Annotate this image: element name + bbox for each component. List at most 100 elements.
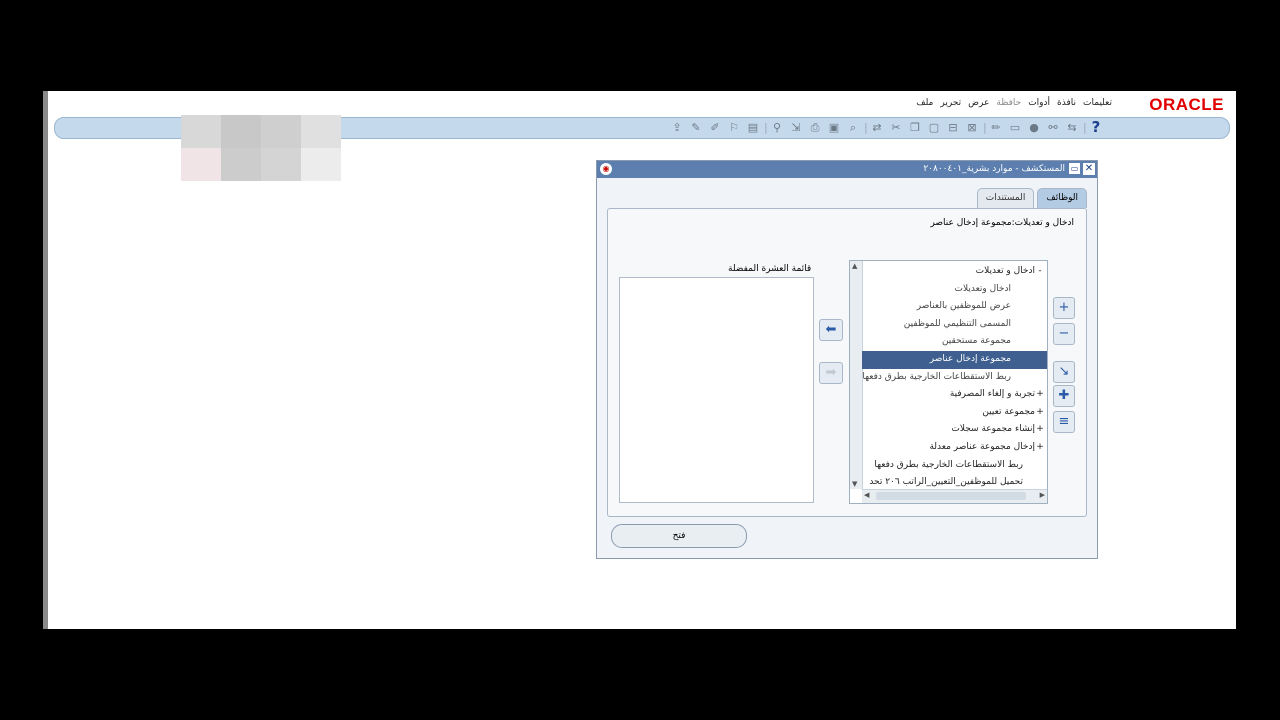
restore-icon[interactable]: ▭ <box>1069 163 1080 174</box>
arrow-left-icon: ⬅ <box>825 322 837 337</box>
tree-item[interactable]: ادخال وتعديلات <box>862 281 1047 299</box>
menu-item-1[interactable]: تحرير <box>940 98 961 108</box>
open-button[interactable]: فتح <box>611 524 747 548</box>
tree-item[interactable]: عرض للموظفين بالعناصر <box>862 298 1047 316</box>
help-icon[interactable]: ? <box>1088 120 1104 135</box>
paste-icon[interactable]: ▢ <box>926 120 942 135</box>
edit-icon[interactable]: ✏ <box>988 120 1004 135</box>
application-screen: ORACLE ملف تحرير عرض حافظة أدوات نافذة تعليمات… <box>43 91 1236 629</box>
tab-1[interactable]: المستندات <box>976 188 1035 208</box>
tree-item[interactable]: +تجربة و إلغاء المصرفية <box>862 386 1047 404</box>
tree-item[interactable]: -ادخال و تعديلات <box>862 263 1047 281</box>
toolbar-separator: | <box>864 121 868 134</box>
favorites-label: قائمة العشرة المفضلة <box>728 264 812 274</box>
translate-icon[interactable]: ⇆ <box>1064 120 1080 135</box>
copy-icon[interactable]: ❐ <box>907 120 923 135</box>
window-titlebar[interactable]: ◉ المستكشف - موارد بشرية_٢٠٨٠٠٤٠١ ▭ ✕ <box>597 161 1097 178</box>
expand-all-icon: ✚ <box>1058 388 1070 403</box>
tree-expander[interactable]: + <box>1035 386 1045 404</box>
zoom-icon[interactable]: ⚲ <box>769 120 785 135</box>
export-icon[interactable]: ⇲ <box>788 120 804 135</box>
delete-record-icon[interactable]: ⊠ <box>964 120 980 135</box>
save-icon[interactable]: ▣ <box>826 120 842 135</box>
tree-item[interactable]: ربط الاستقطاعات الخارجية بطرق دفعها <box>862 457 1047 475</box>
toolbar-separator: | <box>983 121 987 134</box>
navigator-window: ◉ المستكشف - موارد بشرية_٢٠٨٠٠٤٠١ ▭ ✕ ال… <box>596 160 1098 559</box>
minus-icon: − <box>1058 326 1070 341</box>
tree-item-label: مجموعة تعيين <box>982 406 1035 417</box>
functions-tree[interactable]: ▲ ▼ -ادخال و تعديلات ادخال وتعديلات عرض لل… <box>849 260 1048 504</box>
tree-item-label: مجموعة مستحقين <box>941 336 1011 347</box>
oracle-logo: ORACLE <box>1149 95 1224 114</box>
menu-item-5[interactable]: نافذة <box>1057 98 1076 108</box>
scroll-right-icon[interactable]: ▶ <box>1040 491 1045 499</box>
tab-0[interactable]: الوظائف <box>1037 188 1087 208</box>
toolbar-separator: | <box>1083 121 1087 134</box>
tree-item[interactable]: مجموعة إدخال عناصر <box>862 350 1047 369</box>
find-icon[interactable]: ⌕ <box>845 120 861 135</box>
expand-branch-button[interactable]: ↘ <box>1053 361 1075 383</box>
blurred-region <box>181 115 341 181</box>
tab-strip: الوظائف المستندات <box>976 188 1087 208</box>
tree-item-label: ربط الاستقطاعات الخارجية بطرق دفعها <box>862 371 1011 382</box>
attach-icon[interactable]: ⚯ <box>1045 120 1061 135</box>
window-title: المستكشف - موارد بشرية_٢٠٨٠٠٤٠١ <box>923 164 1065 174</box>
clear-record-icon[interactable]: ⊟ <box>945 120 961 135</box>
menu-item-0[interactable]: ملف <box>916 98 933 108</box>
tree-item-label: تحميل للموظفين_التعيين_الراتب ٢٠٦ تحد <box>869 477 1023 488</box>
attachment-icon[interactable]: ⚐ <box>726 120 742 135</box>
tree-item[interactable]: المسمى التنظيمي للموظفين <box>862 316 1047 334</box>
menu-bar: ملف تحرير عرض حافظة أدوات نافذة تعليمات <box>916 98 1112 108</box>
tree-expander[interactable]: + <box>1035 404 1045 422</box>
menu-item-4[interactable]: أدوات <box>1028 98 1050 108</box>
tree-item-label: المسمى التنظيمي للموظفين <box>903 318 1011 329</box>
arrow-right-icon: ➡ <box>825 365 837 380</box>
expand-branch-icon: ↘ <box>1058 364 1070 379</box>
expand-all-button[interactable]: ✚ <box>1053 385 1075 407</box>
navigate-icon[interactable]: ⇄ <box>869 120 885 135</box>
scroll-thumb[interactable] <box>876 492 1026 500</box>
tree-item-label: تجربة و إلغاء المصرفية <box>949 389 1035 400</box>
close-icon[interactable]: ✕ <box>1083 163 1095 175</box>
tree-item-label: ادخال و تعديلات <box>975 266 1035 276</box>
scroll-left-icon[interactable]: ◀ <box>864 491 869 499</box>
tree-expander[interactable]: - <box>1035 263 1045 281</box>
tree-item-label: ادخال وتعديلات <box>954 283 1011 294</box>
translation-icon[interactable]: ✎ <box>688 120 704 135</box>
collapse-all-button[interactable]: ≡ <box>1053 411 1075 433</box>
folder-tools-icon[interactable]: ▤ <box>745 120 761 135</box>
tree-item[interactable]: +مجموعة تعيين <box>862 404 1047 422</box>
favorites-list[interactable] <box>619 277 814 503</box>
remove-from-favorites-button[interactable]: ➡ <box>819 362 843 384</box>
navigation-path: ادخال و تعديلات:مجموعة إدخال عناصر <box>930 218 1074 228</box>
tree-item[interactable]: +إنشاء مجموعة سجلات <box>862 421 1047 439</box>
tree-item[interactable]: مجموعة مستحقين <box>862 333 1047 351</box>
tree-item[interactable]: ربط الاستقطاعات الخارجية بطرق دفعها <box>862 369 1047 387</box>
scroll-up-icon[interactable]: ▲ <box>852 262 857 270</box>
toolbar-separator: | <box>764 121 768 134</box>
functions-panel: ادخال و تعديلات:مجموعة إدخال عناصر قائمة… <box>607 208 1087 517</box>
folder-icon[interactable]: ▭ <box>1007 120 1023 135</box>
new-record-icon[interactable]: ⇪ <box>669 120 685 135</box>
cut-icon[interactable]: ✂ <box>888 120 904 135</box>
menu-item-3[interactable]: حافظة <box>996 98 1021 108</box>
edit-field-icon[interactable]: ✐ <box>707 120 723 135</box>
menu-item-6[interactable]: تعليمات <box>1083 98 1112 108</box>
tree-item-label: إدخال مجموعة عناصر معدلة <box>929 441 1035 452</box>
print-icon[interactable]: ⎙ <box>807 120 823 135</box>
menu-item-2[interactable]: عرض <box>968 98 989 108</box>
collapse-button[interactable]: − <box>1053 323 1075 345</box>
scroll-down-icon[interactable]: ▼ <box>852 480 857 488</box>
expand-button[interactable]: + <box>1053 297 1075 319</box>
add-to-favorites-button[interactable]: ⬅ <box>819 319 843 341</box>
tree-expander[interactable]: + <box>1035 421 1045 439</box>
collapse-all-icon: ≡ <box>1058 414 1070 429</box>
horizontal-scrollbar[interactable]: ◀ ▶ <box>862 489 1047 503</box>
tree-item-label: مجموعة إدخال عناصر <box>929 353 1011 364</box>
tree-expander[interactable]: + <box>1035 439 1045 457</box>
plus-icon: + <box>1058 300 1070 315</box>
tree-item[interactable]: +إدخال مجموعة عناصر معدلة <box>862 439 1047 457</box>
stop-icon[interactable]: ● <box>1026 120 1042 135</box>
tree-item-label: عرض للموظفين بالعناصر <box>916 301 1011 312</box>
tree-item-label: ربط الاستقطاعات الخارجية بطرق دفعها <box>874 459 1023 470</box>
